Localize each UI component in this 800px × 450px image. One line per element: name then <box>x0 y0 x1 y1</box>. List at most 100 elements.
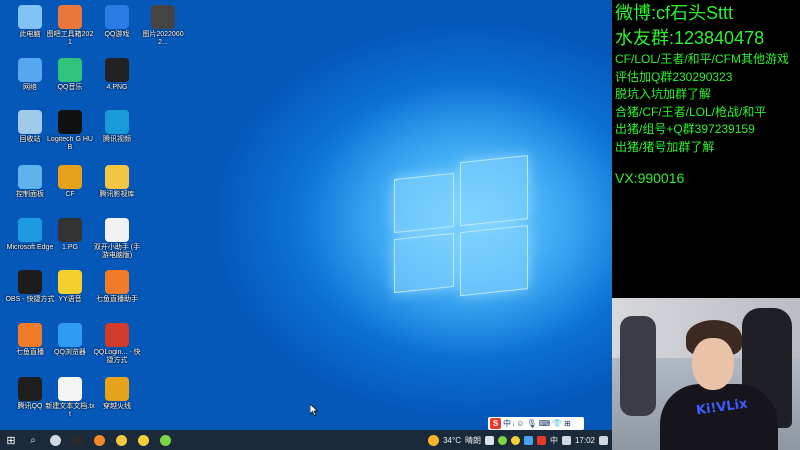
image-file-icon <box>58 218 82 242</box>
search-icon: ⌕ <box>30 434 36 446</box>
desktop-icon-label: 七鱼直播助手 <box>96 296 138 303</box>
stream-info-overlay: 微博:cf石头Sttt 水友群:123840478 CF/LOL/王者/和平/C… <box>612 0 800 298</box>
weather-condition[interactable]: 晴朗 <box>465 435 481 446</box>
desktop-icon-label: YY语音 <box>58 296 82 303</box>
desktop-icon[interactable]: CF <box>45 165 95 199</box>
ime-tray-language[interactable]: 中 <box>550 435 558 446</box>
desktop-icon[interactable]: YY语音 <box>45 270 95 304</box>
obs-taskbar-button[interactable] <box>66 430 88 450</box>
desktop-icon[interactable]: QQ音乐 <box>45 58 95 92</box>
ime-keyboard-icon[interactable]: ⌨ <box>539 419 551 428</box>
ime-punctuation-icon[interactable]: ᵢ <box>513 419 514 428</box>
folder-taskbar-icon <box>115 434 127 446</box>
clock[interactable]: 17:02 <box>575 436 595 445</box>
browser-taskbar-icon <box>93 434 105 446</box>
desktop-icon[interactable]: 七鱼直播助手 <box>92 270 142 304</box>
microphone-tray-icon[interactable] <box>484 435 494 445</box>
webcam-feed: Ki!VLix <box>612 298 800 450</box>
live-app-icon <box>18 323 42 347</box>
overlay-line: CF/LOL/王者/和平/CFM其他游戏 <box>615 52 790 66</box>
streamer-body <box>660 384 778 450</box>
desktop-icon[interactable]: 图吧工具箱2021 <box>45 5 95 47</box>
qq-browser-icon <box>58 323 82 347</box>
taskbar: ⊞ ⌕ 34°C 晴朗 中 17:02 <box>0 430 612 450</box>
desktop-icon-label: 1.PG <box>62 244 78 251</box>
desktop-icon[interactable]: 1.PG <box>45 218 95 252</box>
desktop-icon[interactable]: 图片20220602... <box>138 5 188 47</box>
system-tray: 34°C 晴朗 中 17:02 <box>428 430 612 450</box>
ime-emoji-icon[interactable]: ☺ <box>516 419 524 428</box>
tencent-video-icon <box>105 110 129 134</box>
desktop-icon-label: 图片20220602... <box>142 31 184 46</box>
desktop-icon[interactable]: 新建文本文档.txt <box>45 377 95 419</box>
photo-icon <box>151 5 175 29</box>
document-icon <box>105 218 129 242</box>
cf-login-icon <box>105 323 129 347</box>
desktop-icon-label: 穿越火线 <box>103 403 131 410</box>
text-file-icon <box>58 377 82 401</box>
task-view-button[interactable] <box>44 430 66 450</box>
image-file-icon <box>105 58 129 82</box>
desktop-icon-label: 新建文本文档.txt <box>45 403 95 418</box>
wallpaper-pane <box>394 232 454 294</box>
volume-tray-icon[interactable] <box>561 435 571 445</box>
notification-icon[interactable] <box>599 435 608 445</box>
sogou-logo-icon[interactable]: S <box>490 418 501 429</box>
desktop-icon-label: QQ游戏 <box>104 31 130 38</box>
qq-music-icon <box>58 58 82 82</box>
overlay-line: 评估加Q群230290323 <box>615 69 733 84</box>
desktop-icon[interactable]: 4.PNG <box>92 58 142 92</box>
app-taskbar-icon <box>159 434 171 446</box>
desktop-icon[interactable]: Logitech G HUB <box>45 110 95 152</box>
desktop-icon[interactable]: 腾讯视频 <box>92 110 142 144</box>
desktop-icon-label: Logitech G HUB <box>47 136 93 151</box>
windows-start-icon: ⊞ <box>6 434 16 447</box>
browser-taskbar-button[interactable] <box>88 430 110 450</box>
game-taskbar-icon <box>137 434 149 446</box>
network-tray-icon[interactable] <box>523 435 533 445</box>
desktop-icon-label: QQLogin... - 快捷方式 <box>93 349 141 364</box>
edge-icon <box>18 218 42 242</box>
recycle-bin-icon <box>18 110 42 134</box>
task-view-icon <box>49 434 61 446</box>
desktop-icon[interactable]: 双开小助手 (手游电脑版) <box>92 218 142 260</box>
desktop-icon[interactable]: 穿越火线 <box>92 377 142 411</box>
cf-game-icon <box>58 165 82 189</box>
desktop-icon[interactable]: 腾讯影视库 <box>92 165 142 199</box>
wechat-contact: VX:990016 <box>615 170 685 186</box>
ime-voice-icon[interactable]: 🎙 <box>526 419 536 428</box>
desktop-icon[interactable]: QQLogin... - 快捷方式 <box>92 323 142 365</box>
search-button[interactable]: ⌕ <box>22 430 44 450</box>
game-taskbar-button[interactable] <box>132 430 154 450</box>
desktop[interactable]: 此电脑 网络 回收站 控制面板 Microsoft Edge OBS - 快捷方式 七鱼直播… <box>0 0 612 430</box>
windows-logo-wallpaper <box>394 153 530 303</box>
wallpaper-pane <box>394 172 454 234</box>
start-button[interactable]: ⊞ <box>0 430 22 450</box>
fan-group-number: 水友群:123840478 <box>615 28 765 48</box>
ime-menu-icon[interactable]: ⊞ <box>564 419 571 428</box>
folder-taskbar-button[interactable] <box>110 430 132 450</box>
crossfire-icon <box>105 377 129 401</box>
overlay-line: 出猪/猪号加群了解 <box>615 139 715 154</box>
weather-sun-icon[interactable] <box>428 434 440 446</box>
sogou-tray-icon[interactable] <box>536 435 546 445</box>
desktop-icon[interactable]: QQ浏览器 <box>45 323 95 357</box>
obs-taskbar-icon <box>71 434 83 446</box>
logitech-icon <box>58 110 82 134</box>
weather-temperature[interactable]: 34°C <box>443 436 461 445</box>
ime-toolbar[interactable]: S 中 ᵢ ☺ 🎙 ⌨ 👕 ⊞ <box>488 417 584 430</box>
yy-voice-icon <box>58 270 82 294</box>
wechat-tray-icon[interactable] <box>497 435 507 445</box>
app-tray-icon[interactable] <box>510 435 520 445</box>
ime-language-toggle[interactable]: 中 <box>503 418 511 429</box>
desktop-icon-label: 4.PNG <box>106 84 128 91</box>
qq-game-icon <box>105 5 129 29</box>
weibo-handle: 微博:cf石头Sttt <box>615 3 734 23</box>
ime-skin-icon[interactable]: 👕 <box>552 419 562 428</box>
desktop-icon[interactable]: QQ游戏 <box>92 5 142 39</box>
desktop-icon-label: 腾讯视频 <box>103 136 131 143</box>
control-panel-icon <box>18 165 42 189</box>
app-taskbar-button[interactable] <box>154 430 176 450</box>
toolbox-icon <box>58 5 82 29</box>
overlay-line: 出猪/组号+Q群397239159 <box>615 122 755 136</box>
